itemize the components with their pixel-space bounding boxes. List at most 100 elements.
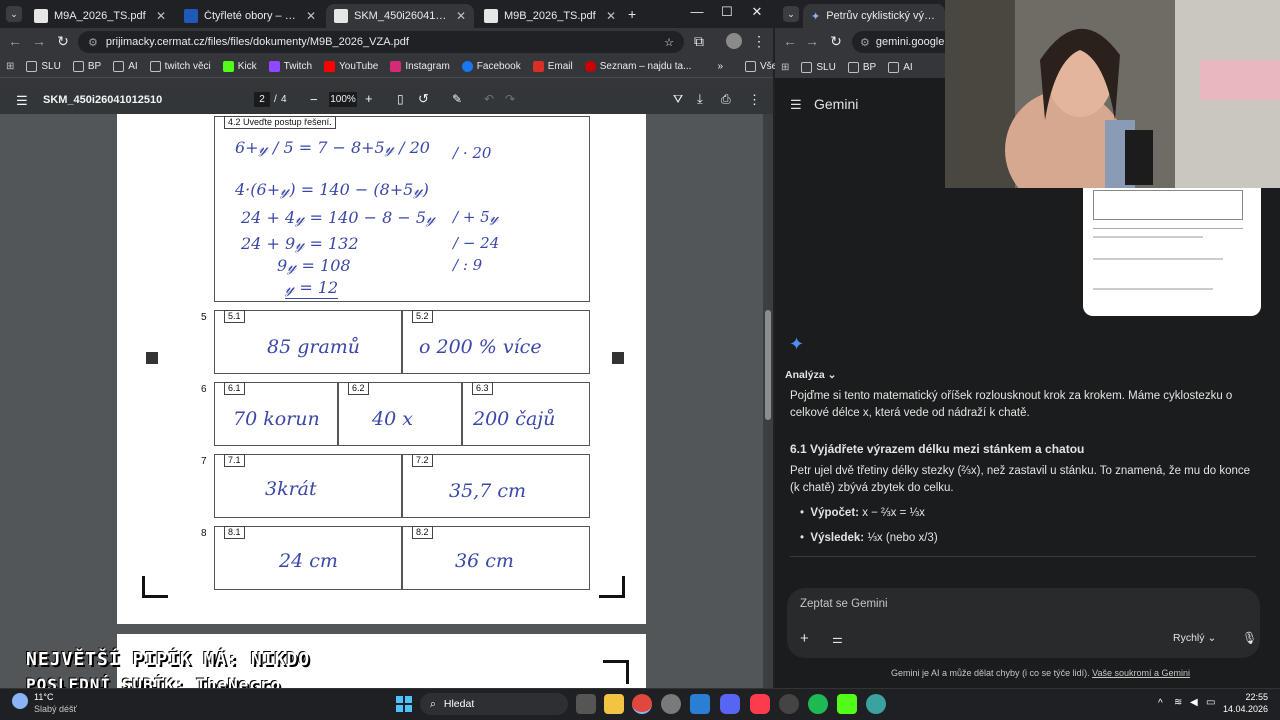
zoom-in-button[interactable]: +	[365, 91, 373, 106]
menu-dots-icon[interactable]: ⋮	[750, 33, 768, 50]
minimize-button[interactable]: —	[686, 4, 708, 19]
print-icon[interactable]: ⎙	[721, 92, 731, 107]
bookmark-kick[interactable]: Kick	[217, 61, 263, 72]
download-icon[interactable]: ⤓	[697, 91, 703, 107]
task-view-icon[interactable]	[576, 694, 596, 714]
clock-date[interactable]: 14.04.2026	[1222, 704, 1268, 714]
close-icon[interactable]: ✕	[456, 9, 466, 23]
tab-gemini-active[interactable]: ✦ Petrův cyklistický výpočet trasy	[803, 4, 945, 28]
spotify-icon[interactable]	[808, 694, 828, 714]
bookmark-slu[interactable]: SLU	[795, 61, 841, 73]
microphone-icon[interactable]: 🎙	[1242, 631, 1257, 645]
mode-selector[interactable]: Rychlý ⌄	[1173, 632, 1216, 644]
bookmark-facebook[interactable]: Facebook	[456, 61, 527, 72]
attached-document-thumbnail[interactable]	[1083, 188, 1261, 316]
taskbar-search[interactable]: ⌕ Hledat	[420, 693, 568, 715]
analysis-toggle[interactable]: Analýza ⌄	[785, 369, 836, 381]
tab-skm-active[interactable]: SKM_450i26041012510 ✕	[326, 4, 474, 28]
volume-icon[interactable]: ◀	[1190, 697, 1198, 708]
bookmarks-bar: ⊞ SLU BP AI twitch věci Kick Twitch YouT…	[0, 56, 835, 78]
tray-chevron-icon[interactable]: ^	[1158, 698, 1163, 709]
folder-icon	[26, 61, 38, 72]
prompt-input[interactable]: Zeptat se Gemini	[800, 598, 888, 610]
star-icon[interactable]: ☆	[664, 36, 674, 49]
undo-icon[interactable]: ↶	[484, 92, 494, 106]
clock-time[interactable]: 22:55	[1222, 692, 1268, 702]
close-icon[interactable]: ✕	[606, 9, 616, 23]
back-button[interactable]: ←	[6, 33, 24, 49]
bookmark-bp[interactable]: BP	[67, 61, 107, 72]
privacy-link[interactable]: Vaše soukromí a Gemini	[1092, 668, 1190, 678]
bookmark-seznam[interactable]: Seznam – najdu ta...	[579, 61, 698, 72]
tab-ctyrlete-obory[interactable]: Čtyřleté obory – Matematika ✕	[176, 4, 324, 28]
close-icon[interactable]: ✕	[156, 9, 166, 23]
file-explorer-icon[interactable]	[604, 694, 624, 714]
forward-button[interactable]: →	[30, 33, 48, 49]
zoom-out-button[interactable]: −	[310, 92, 318, 107]
reload-button[interactable]: ↻	[827, 33, 845, 50]
gemini-menu-icon[interactable]: ☰	[790, 97, 802, 113]
menu-icon[interactable]: ☰	[16, 93, 28, 109]
apps-icon[interactable]: ⊞	[0, 61, 20, 72]
bookmark-twitch[interactable]: Twitch	[263, 61, 318, 72]
solution-line-5: 9𝓎 = 108	[277, 256, 351, 275]
more-options-icon[interactable]: ⋮	[748, 92, 761, 108]
close-icon[interactable]: ✕	[306, 9, 316, 23]
tab-m9a[interactable]: M9A_2026_TS.pdf ✕	[26, 4, 174, 28]
apps-icon[interactable]: ⊞	[775, 62, 795, 73]
extensions-icon[interactable]: ⧉	[690, 33, 708, 50]
maximize-button[interactable]: ☐	[716, 4, 738, 20]
music-icon[interactable]	[750, 694, 770, 714]
bookmark-instagram[interactable]: Instagram	[384, 61, 455, 72]
drive-icon[interactable]: ⛛	[673, 92, 683, 107]
kick-icon[interactable]	[837, 694, 857, 714]
bookmark-bp[interactable]: BP	[842, 61, 882, 73]
settings-icon[interactable]	[661, 694, 681, 714]
tools-icon[interactable]: ⚌	[832, 632, 843, 646]
page-number-input[interactable]: 2	[254, 92, 270, 107]
tab-title: M9A_2026_TS.pdf	[54, 10, 146, 22]
back-button[interactable]: ←	[781, 33, 799, 49]
windows-start-icon[interactable]	[396, 696, 412, 712]
battery-icon[interactable]: ▭	[1206, 697, 1215, 708]
zoom-input[interactable]: 100%	[329, 92, 357, 107]
weather-icon[interactable]	[12, 693, 28, 709]
address-bar[interactable]: ⚙ gemini.google.c	[852, 31, 953, 53]
pdf-filename: SKM_450i26041012510	[43, 94, 163, 106]
bookmark-email[interactable]: Email	[527, 61, 579, 72]
window-close-button[interactable]: ✕	[746, 4, 768, 20]
bookmark-ai[interactable]: AI	[882, 61, 918, 73]
tab-search-button[interactable]: ⌄	[6, 6, 22, 22]
gemini-disclaimer: Gemini je AI a může dělat chyby (i co se…	[891, 668, 1190, 678]
url-text: prijimacky.cermat.cz/files/files/dokumen…	[105, 36, 409, 48]
bookmarks-more-button[interactable]: »	[711, 61, 729, 72]
vpn-icon[interactable]	[866, 694, 886, 714]
tab-search-button[interactable]: ⌄	[783, 6, 799, 22]
new-tab-button[interactable]: +	[628, 6, 636, 22]
bookmark-youtube[interactable]: YouTube	[318, 61, 384, 72]
redo-icon[interactable]: ↷	[505, 92, 515, 106]
annotate-icon[interactable]: ✎	[452, 92, 462, 106]
add-attachment-icon[interactable]: +	[800, 630, 809, 647]
fit-page-icon[interactable]: ▯	[397, 92, 404, 106]
reload-button[interactable]: ↻	[54, 33, 72, 50]
profile-avatar[interactable]	[726, 33, 742, 49]
pdf-viewer[interactable]: 4.2 Uveďte postup řešení. 6+𝓎 / 5 = 7 − …	[0, 114, 763, 688]
app-icon[interactable]	[779, 694, 799, 714]
site-info-icon[interactable]: ⚙	[88, 36, 98, 49]
discord-icon[interactable]	[720, 694, 740, 714]
photos-icon[interactable]	[690, 694, 710, 714]
wifi-icon[interactable]: ≋	[1174, 697, 1182, 708]
bookmark-label: BP	[87, 61, 102, 72]
tab-m9b[interactable]: M9B_2026_TS.pdf ✕	[476, 4, 624, 28]
site-info-icon[interactable]: ⚙	[860, 36, 870, 49]
forward-button[interactable]: →	[803, 33, 821, 49]
bookmark-slu[interactable]: SLU	[20, 61, 66, 72]
address-bar[interactable]: ⚙ prijimacky.cermat.cz/files/files/dokum…	[78, 31, 684, 53]
rotate-icon[interactable]: ↺	[418, 91, 429, 107]
bookmark-twitch-veci[interactable]: twitch věci	[144, 61, 217, 72]
bookmark-ai[interactable]: AI	[107, 61, 143, 72]
chrome-icon[interactable]	[632, 694, 652, 714]
solution-line-6: 𝓎 = 12	[285, 278, 339, 299]
pdf-scroll-thumb[interactable]	[765, 310, 771, 420]
